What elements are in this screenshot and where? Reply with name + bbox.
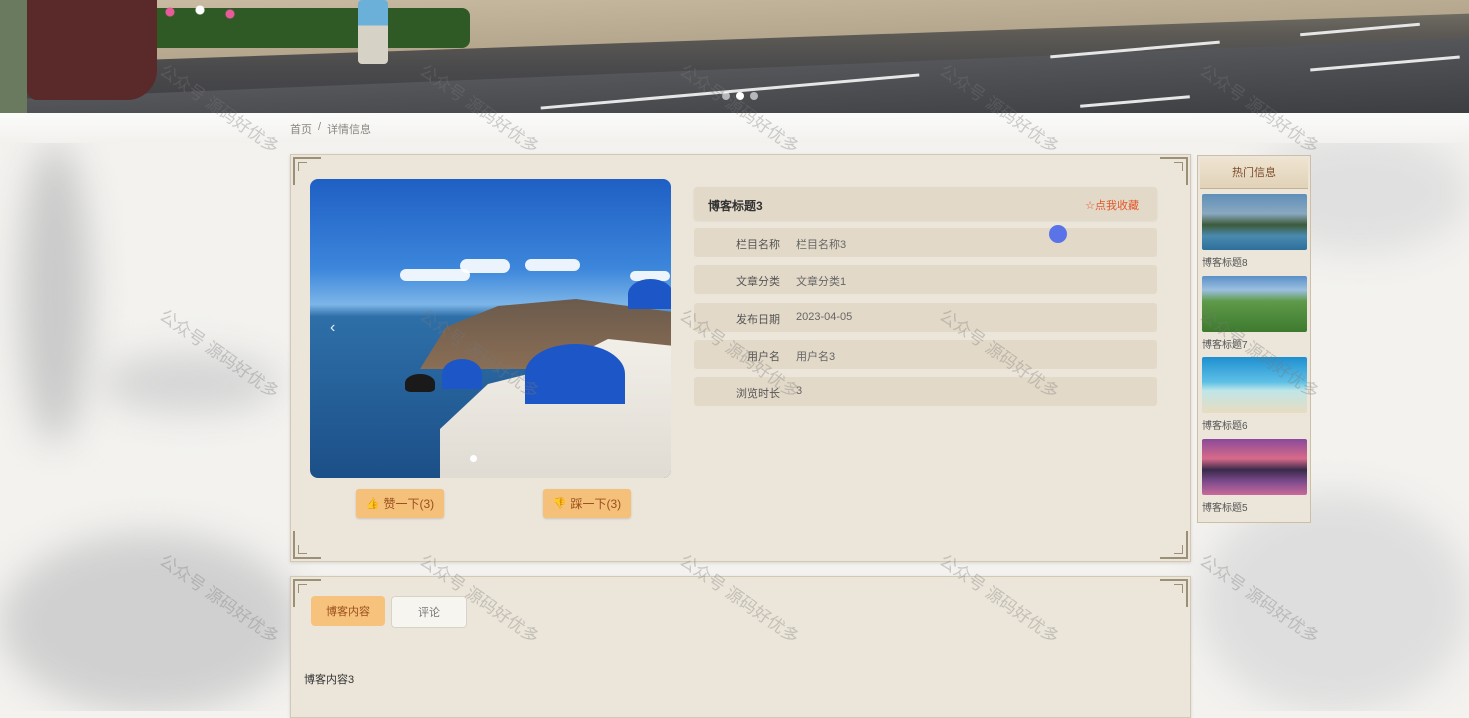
ornament-corner	[1160, 579, 1188, 607]
hot-info-item[interactable]: 博客标题8	[1202, 194, 1307, 269]
image-carousel-dot[interactable]	[470, 455, 477, 462]
hot-info-item[interactable]: 博客标题7	[1202, 276, 1307, 351]
hot-info-thumbnail	[1202, 276, 1307, 332]
cloud	[525, 259, 580, 271]
banner-carousel[interactable]	[0, 0, 1469, 113]
info-label: 文章分类	[736, 276, 780, 288]
info-row: 发布日期 2023-04-05	[694, 303, 1157, 332]
info-value: 栏目名称3	[796, 239, 847, 251]
banner-edge	[0, 0, 27, 113]
hot-info-thumbnail	[1202, 357, 1307, 413]
carousel-dot[interactable]	[722, 92, 730, 100]
favorite-button[interactable]: ☆点我收藏	[1085, 197, 1139, 213]
info-row: 用户名 用户名3	[694, 340, 1157, 369]
hot-info-caption: 博客标题7	[1202, 340, 1248, 351]
info-label: 用户名	[747, 351, 780, 363]
hot-info-item[interactable]: 博客标题6	[1202, 357, 1307, 432]
like-label: 赞一下(3)	[383, 497, 435, 511]
info-row: 文章分类 文章分类1	[694, 265, 1157, 294]
hot-info-caption: 博客标题6	[1202, 421, 1248, 432]
dislike-label: 踩一下(3)	[570, 497, 622, 511]
hot-info-caption: 博客标题5	[1202, 503, 1248, 514]
breadcrumb-current: 详情信息	[327, 124, 372, 136]
hot-info-item[interactable]: 博客标题5	[1202, 439, 1307, 514]
tab-comments[interactable]: 评论	[391, 596, 467, 628]
image-prev-arrow-icon[interactable]: ‹	[330, 319, 335, 337]
info-row: 浏览时长 3	[694, 377, 1157, 406]
breadcrumb: 首页 / 详情信息	[290, 121, 371, 137]
cloud	[400, 269, 470, 281]
breadcrumb-bar	[0, 113, 1469, 143]
article-image-carousel[interactable]: ‹	[310, 179, 671, 478]
carousel-dot-active[interactable]	[736, 92, 744, 100]
hot-info-thumbnail	[1202, 439, 1307, 495]
banner-flowers	[150, 2, 250, 22]
article-title: 博客标题3	[708, 199, 763, 213]
like-button[interactable]: 👍 赞一下(3)	[356, 489, 444, 518]
article-title-bar: 博客标题3 ☆点我收藏	[694, 187, 1157, 220]
info-value: 3	[796, 385, 803, 397]
hot-info-caption: 博客标题8	[1202, 258, 1248, 269]
dislike-button[interactable]: 👎 踩一下(3)	[543, 489, 631, 518]
hot-info-thumbnail	[1202, 194, 1307, 250]
info-label: 浏览时长	[736, 388, 780, 400]
banner-car	[27, 0, 157, 100]
hot-info-sidebar: 热门信息 博客标题8 博客标题7 博客标题6 博客标题5	[1197, 155, 1311, 523]
ornament-corner	[293, 531, 321, 559]
thumbs-up-icon: 👍	[365, 498, 380, 510]
info-value: 用户名3	[796, 351, 836, 363]
breadcrumb-home[interactable]: 首页	[290, 121, 312, 137]
blog-content-text: 博客内容3	[304, 674, 355, 686]
ornament-corner	[1160, 157, 1188, 185]
info-label: 发布日期	[736, 314, 780, 326]
ornament-corner	[1160, 531, 1188, 559]
mouse-cursor-icon	[1049, 225, 1067, 243]
tab-blog-content[interactable]: 博客内容	[311, 596, 385, 626]
info-row: 栏目名称 栏目名称3	[694, 228, 1157, 257]
road-marking	[1300, 22, 1420, 37]
blue-dome	[442, 359, 482, 389]
thumbs-down-icon: 👎	[552, 498, 567, 510]
rock-islet	[405, 374, 435, 392]
banner-pedestrian	[358, 0, 388, 64]
info-value: 2023-04-05	[796, 311, 853, 323]
cloud	[460, 259, 510, 273]
hot-info-title: 热门信息	[1200, 158, 1308, 189]
carousel-dots[interactable]	[722, 92, 758, 100]
blue-dome	[525, 344, 625, 404]
breadcrumb-separator: /	[318, 121, 322, 133]
blue-dome	[628, 279, 671, 309]
info-label: 栏目名称	[736, 239, 780, 251]
carousel-dot[interactable]	[750, 92, 758, 100]
info-value: 文章分类1	[796, 276, 847, 288]
